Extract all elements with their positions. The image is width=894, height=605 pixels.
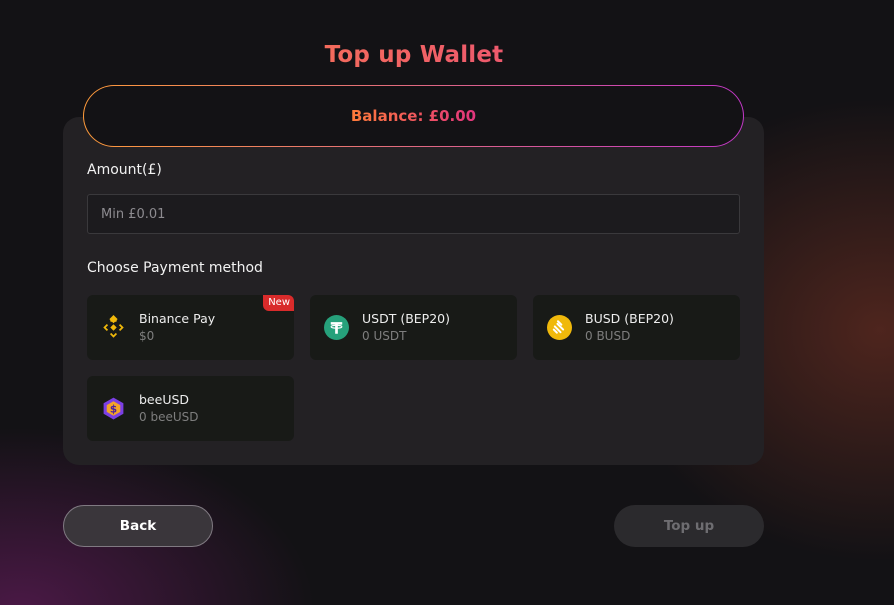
payment-option-name: USDT (BEP20) — [362, 311, 450, 326]
payment-option-balance: $0 — [139, 329, 155, 343]
tether-icon — [324, 315, 349, 340]
payment-option-binance-pay[interactable]: Binance Pay $0 New — [87, 295, 294, 360]
page-title: Top up Wallet — [0, 42, 828, 68]
back-button[interactable]: Back — [63, 505, 213, 547]
busd-icon — [547, 315, 572, 340]
payment-option-name: BUSD (BEP20) — [585, 311, 674, 326]
amount-label: Amount(£) — [87, 162, 162, 178]
payment-option-name: beeUSD — [139, 392, 190, 407]
balance-pill: Balance: £0.00 — [83, 85, 744, 147]
payment-option-balance: 0 BUSD — [585, 329, 631, 343]
balance-text: Balance: £0.00 — [350, 107, 477, 125]
payment-option-name: Binance Pay — [139, 311, 216, 326]
payment-option-beeusd[interactable]: $ beeUSD 0 beeUSD — [87, 376, 294, 441]
svg-text:$: $ — [110, 404, 117, 416]
top-up-button[interactable]: Top up — [614, 505, 764, 547]
payment-option-usdt[interactable]: USDT (BEP20) 0 USDT — [310, 295, 517, 360]
amount-input[interactable] — [87, 194, 740, 234]
payment-method-label: Choose Payment method — [87, 260, 263, 276]
payment-option-balance: 0 beeUSD — [139, 410, 199, 424]
payment-option-balance: 0 USDT — [362, 329, 407, 343]
binance-icon — [103, 315, 124, 338]
beeusd-icon: $ — [103, 397, 124, 420]
new-badge: New — [263, 295, 294, 311]
payment-option-busd[interactable]: BUSD (BEP20) 0 BUSD — [533, 295, 740, 360]
